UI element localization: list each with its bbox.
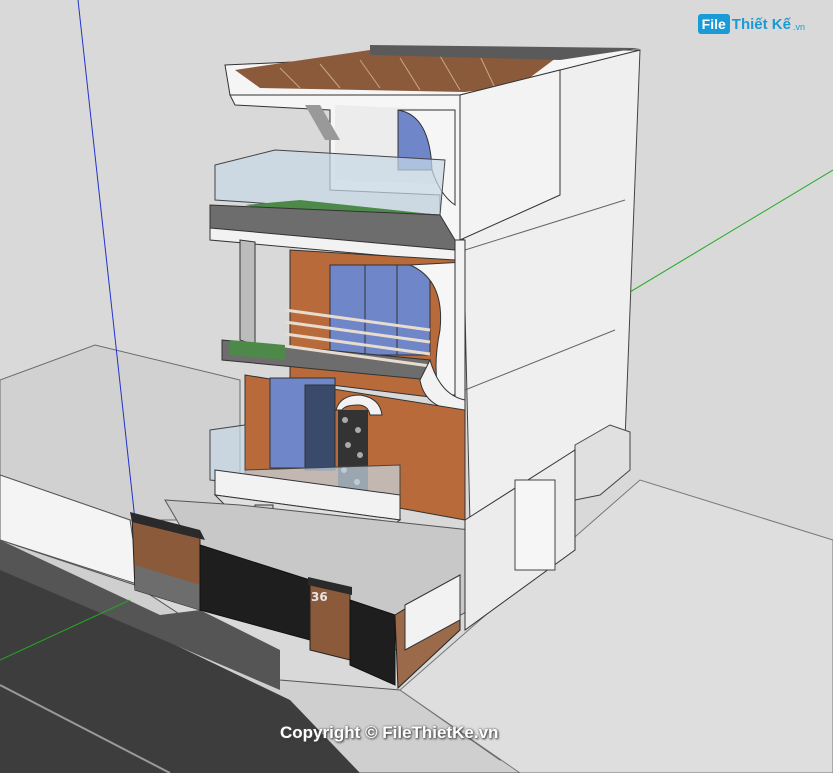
house-number: 36 bbox=[311, 590, 328, 604]
site-logo: File Thiết Kế .vn bbox=[697, 14, 805, 34]
3d-model-viewport[interactable] bbox=[0, 0, 833, 773]
second-floor-pillar bbox=[239, 239, 256, 346]
second-floor-white-frame bbox=[454, 239, 466, 411]
logo-word: Thiết Kế bbox=[731, 15, 791, 33]
side-door[interactable] bbox=[514, 479, 556, 571]
logo-domain: .vn bbox=[792, 22, 805, 32]
logo-badge: File bbox=[697, 14, 730, 34]
first-floor-door[interactable] bbox=[304, 384, 336, 471]
copyright-watermark: Copyright © FileThietKe.vn bbox=[280, 723, 499, 742]
